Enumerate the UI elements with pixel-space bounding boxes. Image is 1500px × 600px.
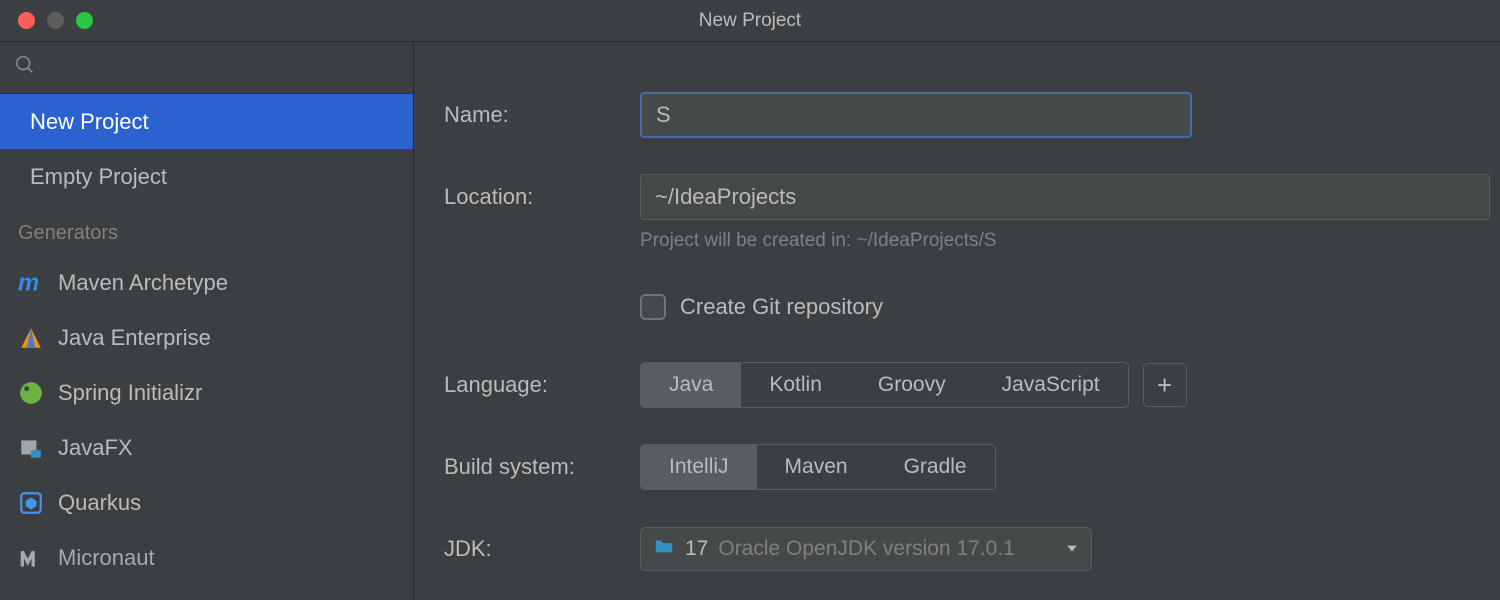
javafx-icon — [18, 435, 44, 461]
window-title: New Project — [699, 10, 801, 32]
jdk-description: Oracle OpenJDK version 17.0.1 — [718, 537, 1014, 561]
sidebar-item-javafx[interactable]: JavaFX — [0, 420, 413, 475]
sidebar-item-empty-project[interactable]: Empty Project — [0, 149, 413, 204]
build-option-intellij[interactable]: IntelliJ — [641, 445, 757, 489]
search-icon — [14, 54, 36, 82]
minimize-window-button[interactable] — [47, 12, 64, 29]
quarkus-icon — [18, 490, 44, 516]
spring-icon — [18, 380, 44, 406]
java-ee-icon — [18, 325, 44, 351]
sidebar-item-label: Empty Project — [30, 164, 167, 190]
chevron-down-icon — [1065, 538, 1079, 561]
name-input[interactable] — [640, 92, 1192, 138]
sidebar-item-label: Java Enterprise — [58, 325, 211, 351]
maven-icon: m — [18, 270, 44, 296]
close-window-button[interactable] — [18, 12, 35, 29]
create-git-label: Create Git repository — [680, 294, 883, 320]
build-system-group: IntelliJ Maven Gradle — [640, 444, 996, 490]
language-option-javascript[interactable]: JavaScript — [974, 363, 1128, 407]
micronaut-icon — [18, 545, 44, 571]
create-git-checkbox[interactable] — [640, 294, 666, 320]
sidebar-item-label: Maven Archetype — [58, 270, 228, 296]
language-option-groovy[interactable]: Groovy — [850, 363, 974, 407]
location-label: Location: — [444, 184, 640, 210]
jdk-version: 17 — [685, 537, 708, 561]
language-label: Language: — [444, 372, 640, 398]
sidebar-item-label: New Project — [30, 109, 149, 135]
sidebar-item-label: Spring Initializr — [58, 380, 202, 406]
jdk-select[interactable]: 17 Oracle OpenJDK version 17.0.1 — [640, 527, 1092, 571]
jdk-label: JDK: — [444, 536, 640, 562]
maximize-window-button[interactable] — [76, 12, 93, 29]
build-option-gradle[interactable]: Gradle — [876, 445, 995, 489]
folder-icon — [653, 535, 675, 563]
sidebar-item-spring-initializr[interactable]: Spring Initializr — [0, 365, 413, 420]
build-system-label: Build system: — [444, 454, 640, 480]
language-group: Java Kotlin Groovy JavaScript — [640, 362, 1129, 408]
name-label: Name: — [444, 102, 640, 128]
titlebar: New Project — [0, 0, 1500, 42]
window-controls — [18, 12, 93, 29]
main-form: Name: Location: Project will be created … — [414, 42, 1500, 600]
sidebar-item-label: Micronaut — [58, 545, 155, 571]
sidebar: New Project Empty Project Generators m M… — [0, 42, 414, 600]
add-language-button[interactable]: + — [1143, 363, 1187, 407]
sidebar-item-maven-archetype[interactable]: m Maven Archetype — [0, 255, 413, 310]
sidebar-item-quarkus[interactable]: Quarkus — [0, 475, 413, 530]
sidebar-item-micronaut[interactable]: Micronaut — [0, 530, 413, 585]
build-option-maven[interactable]: Maven — [757, 445, 876, 489]
language-option-java[interactable]: Java — [641, 363, 741, 407]
sidebar-item-new-project[interactable]: New Project — [0, 94, 413, 149]
location-hint: Project will be created in: ~/IdeaProjec… — [640, 230, 1500, 252]
sidebar-item-java-enterprise[interactable]: Java Enterprise — [0, 310, 413, 365]
sidebar-item-label: JavaFX — [58, 435, 133, 461]
location-input[interactable] — [640, 174, 1490, 220]
generators-header: Generators — [0, 204, 413, 255]
svg-text:m: m — [18, 270, 39, 296]
sidebar-item-label: Quarkus — [58, 490, 141, 516]
plus-icon: + — [1157, 370, 1172, 401]
language-option-kotlin[interactable]: Kotlin — [741, 363, 850, 407]
sidebar-search[interactable] — [0, 42, 413, 94]
